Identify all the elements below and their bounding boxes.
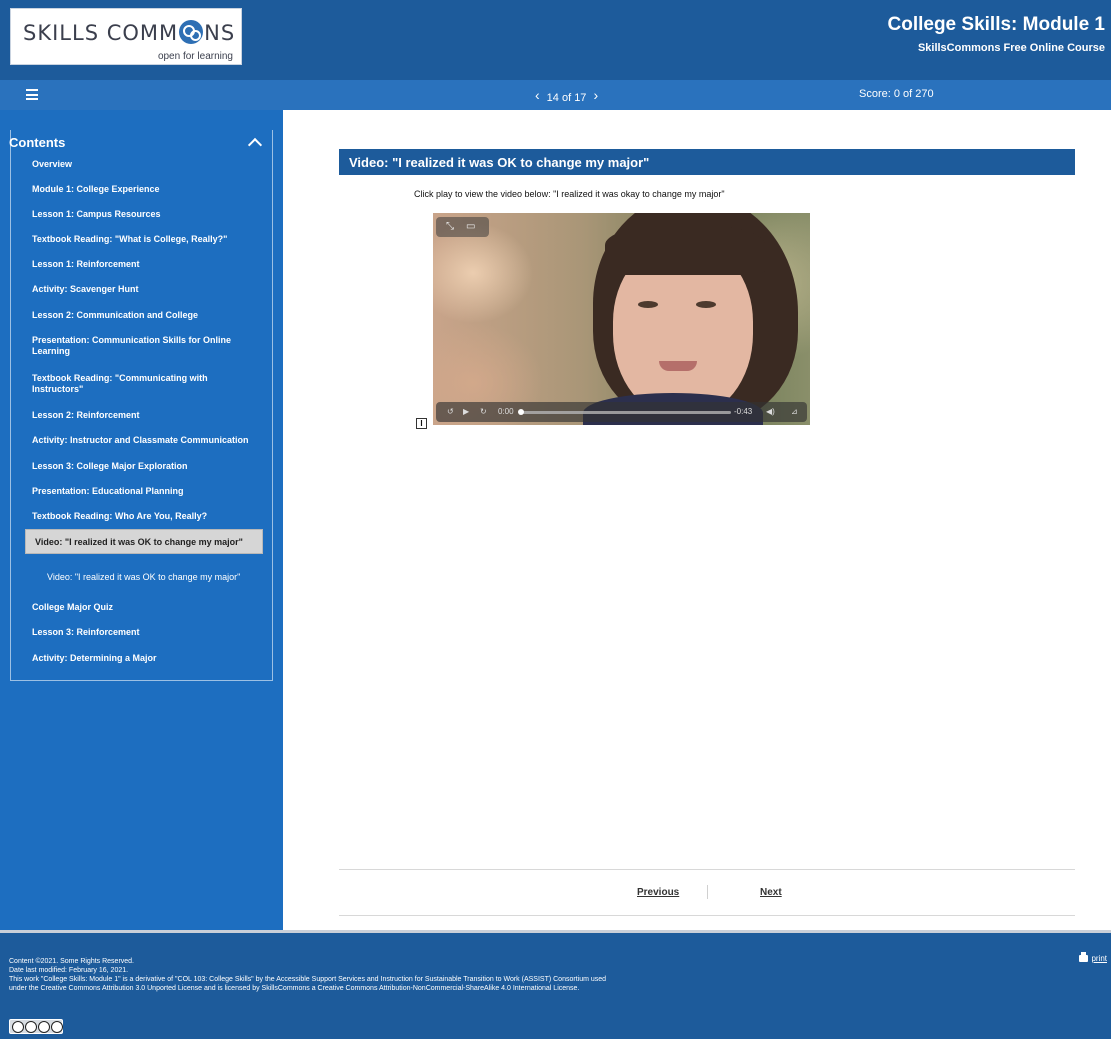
next-link[interactable]: Next xyxy=(760,887,782,898)
picture-in-picture-icon[interactable]: ▭ xyxy=(466,221,475,232)
toc-item[interactable]: Lesson 3: College Major Exploration xyxy=(32,461,257,472)
license-text: under the Creative Commons Attribution 3… xyxy=(9,985,580,992)
volume-icon[interactable]: ◀) xyxy=(766,407,775,416)
gears-icon xyxy=(179,20,204,44)
license-text: This work "College Skills: Module 1" is … xyxy=(9,976,607,983)
toc-item[interactable]: Lesson 1: Campus Resources xyxy=(32,209,257,220)
skip-back-icon[interactable]: ↺ xyxy=(447,407,454,416)
toc-item[interactable]: Textbook Reading: "Communicating with In… xyxy=(32,373,257,395)
logo-wordmark: SKILLS COMM NS xyxy=(23,20,236,45)
page-title: Video: "I realized it was OK to change m… xyxy=(349,155,650,170)
previous-page-icon[interactable]: ‹ xyxy=(535,87,540,103)
toc-item[interactable]: Activity: Determining a Major xyxy=(32,653,257,664)
previous-link[interactable]: Previous xyxy=(637,887,679,898)
course-title: College Skills: Module 1 xyxy=(887,14,1106,35)
toc-item-active[interactable]: Video: "I realized it was OK to change m… xyxy=(25,529,263,554)
navigation-bar: ‹ 14 of 17 › Score: 0 of 270 xyxy=(0,80,1111,110)
toc-subitem[interactable]: Video: "I realized it was OK to change m… xyxy=(47,572,240,582)
video-player[interactable]: ⤡ ▭ ↺ ▶ ↻ 0:00 -0:43 ◀) ⊿ xyxy=(433,213,810,425)
video-description-button[interactable]: I xyxy=(416,418,427,429)
airplay-icon[interactable]: ⊿ xyxy=(791,407,798,416)
printer-icon xyxy=(1079,952,1089,962)
contents-heading: Contents xyxy=(9,135,66,150)
video-controls: ↺ ▶ ↻ 0:00 -0:43 ◀) ⊿ xyxy=(436,402,807,422)
menu-icon[interactable] xyxy=(26,89,38,100)
toc-item[interactable]: Overview xyxy=(32,159,257,170)
video-top-controls: ⤡ ▭ xyxy=(436,217,489,237)
toc-item[interactable]: Lesson 2: Communication and College xyxy=(32,310,257,321)
site-header: SKILLS COMM NS open for learning College … xyxy=(0,0,1111,80)
logo-tagline: open for learning xyxy=(157,51,233,62)
remaining-time: -0:43 xyxy=(734,407,753,416)
course-subtitle: SkillsCommons Free Online Course xyxy=(917,42,1105,54)
divider xyxy=(707,885,708,899)
skip-forward-icon[interactable]: ↻ xyxy=(480,407,487,416)
print-link[interactable]: print xyxy=(1079,952,1107,963)
page-navigation: Previous Next xyxy=(339,869,1075,916)
toc-active-label: Video: "I realized it was OK to change m… xyxy=(35,537,243,547)
toc-item[interactable]: Module 1: College Experience xyxy=(32,184,257,195)
page-title-bar: Video: "I realized it was OK to change m… xyxy=(339,149,1075,175)
toc-item[interactable]: Textbook Reading: "What is College, Real… xyxy=(32,234,257,245)
copyright-text: Content ©2021. Some Rights Reserved. xyxy=(9,958,135,965)
toc-item[interactable]: Activity: Instructor and Classmate Commu… xyxy=(32,435,257,446)
score-display: Score: 0 of 270 xyxy=(859,88,934,100)
scrubber-handle[interactable] xyxy=(518,409,524,415)
elapsed-time: 0:00 xyxy=(498,407,514,416)
sidebar: Contents Overview Module 1: College Expe… xyxy=(0,110,283,930)
fullscreen-icon[interactable]: ⤡ xyxy=(446,221,454,232)
chevron-up-icon[interactable] xyxy=(248,137,260,149)
toc-item[interactable]: Presentation: Communication Skills for O… xyxy=(32,335,257,357)
play-icon[interactable]: ▶ xyxy=(463,407,469,416)
toc-item[interactable]: Lesson 1: Reinforcement xyxy=(32,259,257,270)
video-scrubber[interactable] xyxy=(521,411,731,414)
toc-item[interactable]: College Major Quiz xyxy=(32,602,257,613)
toc-item[interactable]: Lesson 2: Reinforcement xyxy=(32,410,257,421)
page-pager: ‹ 14 of 17 › xyxy=(528,87,605,104)
toc-item[interactable]: Presentation: Educational Planning xyxy=(32,486,257,497)
site-footer: Content ©2021. Some Rights Reserved. Dat… xyxy=(0,930,1111,1039)
cc-by-nc-sa-badge[interactable] xyxy=(9,1019,63,1034)
date-modified: Date last modified: February 16, 2021. xyxy=(9,967,129,974)
toc-item[interactable]: Activity: Scavenger Hunt xyxy=(32,284,257,295)
toc-item[interactable]: Textbook Reading: Who Are You, Really? xyxy=(32,511,257,522)
toc-item[interactable]: Lesson 3: Reinforcement xyxy=(32,627,257,638)
page-indicator: 14 of 17 xyxy=(546,92,587,104)
next-page-icon[interactable]: › xyxy=(593,87,598,103)
video-instruction: Click play to view the video below: "I r… xyxy=(414,189,725,199)
skills-commons-logo[interactable]: SKILLS COMM NS open for learning xyxy=(10,8,242,65)
